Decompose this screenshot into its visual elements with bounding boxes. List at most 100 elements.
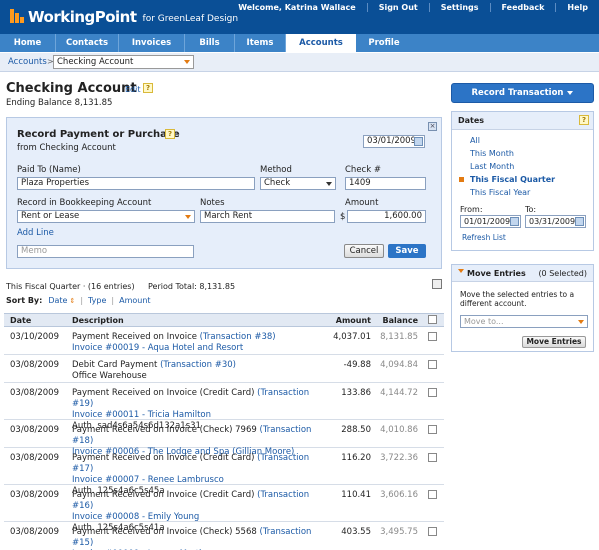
tab-items[interactable]: Items [235, 34, 286, 52]
row-date: 03/08/2009 [10, 425, 59, 435]
table-row[interactable]: 03/10/2009 Payment Received on Invoice (T… [4, 327, 444, 355]
row-date: 03/08/2009 [10, 453, 59, 463]
table-row[interactable]: 03/08/2009 Payment Received on Invoice (C… [4, 485, 444, 533]
move-entries-button[interactable]: Move Entries [522, 336, 586, 348]
transactions-table: Date Description Amount Balance 03/10/20… [4, 313, 444, 550]
memo-field[interactable]: Memo [17, 245, 194, 258]
to-date-field[interactable]: 03/31/2009 [525, 215, 586, 228]
tab-contacts[interactable]: Contacts [56, 34, 119, 52]
date-option-this-month[interactable]: This Month [470, 149, 514, 158]
notes-label: Notes [200, 198, 225, 208]
currency-symbol: $ [340, 212, 346, 222]
sort-amount-link[interactable]: Amount [119, 296, 150, 305]
row-select-checkbox[interactable] [428, 360, 437, 369]
help-icon[interactable]: ? [143, 83, 153, 93]
sort-arrow-icon: ⇕ [69, 296, 76, 305]
sort-by-label: Sort By: [6, 296, 43, 305]
table-row[interactable]: 03/08/2009 Payment Received on Invoice (C… [4, 522, 444, 550]
bookkeeping-account-select[interactable]: Rent or Lease [17, 210, 195, 223]
check-number-field[interactable]: 1409 [345, 177, 426, 190]
period-total: Period Total: 8,131.85 [148, 282, 236, 291]
tab-home[interactable]: Home [0, 34, 56, 52]
row-select-checkbox[interactable] [428, 527, 437, 536]
tab-bills[interactable]: Bills [185, 34, 235, 52]
help-icon[interactable]: ? [579, 115, 589, 125]
record-form-title: Record Payment or Purchase [17, 129, 180, 140]
sign-out-link[interactable]: Sign Out [366, 3, 429, 12]
row-description-line1: Payment Received on Invoice (Transaction… [72, 332, 322, 343]
row-description-text: Payment Received on Invoice (Check) 7969 [72, 425, 257, 435]
account-select[interactable]: Checking Account [53, 55, 194, 69]
sort-by-bar: Sort By: Date ⇕ | Type | Amount [6, 296, 151, 305]
row-select-checkbox[interactable] [428, 425, 437, 434]
notes-field[interactable]: March Rent [200, 210, 335, 223]
table-row[interactable]: 03/08/2009 Payment Received on Invoice (C… [4, 383, 444, 431]
table-row[interactable]: 03/08/2009 Payment Received on Invoice (C… [4, 420, 444, 457]
paid-to-field[interactable]: Plaza Properties [17, 177, 255, 190]
select-all-checkbox[interactable] [428, 315, 437, 324]
column-header-amount[interactable]: Amount [304, 316, 371, 325]
brand-logo[interactable]: WorkingPoint for GreenLeaf Design [10, 7, 238, 27]
print-icon[interactable] [432, 279, 442, 289]
move-to-select[interactable]: Move to... [460, 315, 588, 328]
record-transaction-button[interactable]: Record Transaction [451, 83, 594, 103]
settings-link[interactable]: Settings [428, 3, 490, 12]
row-description-line2[interactable]: Invoice #00019 - Aqua Hotel and Resort [72, 343, 322, 354]
move-entries-description: Move the selected entries to a different… [460, 290, 575, 308]
help-icon[interactable]: ? [165, 129, 175, 139]
column-header-date[interactable]: Date [10, 316, 31, 325]
calendar-icon[interactable] [510, 217, 519, 226]
row-description: Debit Card Payment (Transaction #30) Offi… [72, 360, 322, 382]
method-select[interactable]: Check [260, 177, 336, 190]
help-link[interactable]: Help [555, 3, 599, 12]
calendar-icon[interactable] [414, 137, 423, 146]
cancel-button[interactable]: Cancel [344, 244, 384, 258]
refresh-list-link[interactable]: Refresh List [462, 233, 506, 242]
column-header-balance[interactable]: Balance [378, 316, 419, 325]
breadcrumb-accounts-link[interactable]: Accounts [8, 57, 47, 67]
move-entries-header: Move Entries (0 Selected) [452, 265, 593, 282]
row-description-line1: Payment Received on Invoice (Credit Card… [72, 490, 322, 512]
calendar-icon[interactable] [575, 217, 584, 226]
entries-summary: This Fiscal Quarter · (16 entries) [6, 282, 135, 291]
row-amount: 116.20 [341, 453, 371, 463]
transaction-link[interactable]: (Transaction #38) [200, 332, 276, 342]
edit-account-link[interactable]: Edit [125, 85, 141, 94]
amount-field[interactable]: 1,600.00 [347, 210, 426, 223]
row-select-checkbox[interactable] [428, 490, 437, 499]
date-option-this-fiscal-quarter[interactable]: This Fiscal Quarter [470, 175, 555, 184]
row-description-line1: Debit Card Payment (Transaction #30) [72, 360, 322, 371]
move-selected-count: (0 Selected) [538, 269, 587, 278]
tab-profile[interactable]: Profile [356, 34, 412, 52]
brand-name: WorkingPoint [28, 8, 137, 26]
row-select-checkbox[interactable] [428, 332, 437, 341]
dates-panel: Dates ? All This Month Last Month This F… [451, 111, 594, 251]
chevron-down-icon[interactable] [458, 269, 464, 273]
sort-date-link[interactable]: Date [48, 296, 67, 305]
date-option-all[interactable]: All [470, 136, 480, 145]
save-button[interactable]: Save [388, 244, 426, 258]
transaction-link[interactable]: (Transaction #30) [160, 360, 236, 370]
welcome-text: Welcome, Katrina Wallace [238, 3, 356, 12]
tab-accounts[interactable]: Accounts [286, 34, 356, 52]
date-option-last-month[interactable]: Last Month [470, 162, 514, 171]
table-row[interactable]: 03/08/2009 Payment Received on Invoice (C… [4, 448, 444, 496]
sort-type-link[interactable]: Type [88, 296, 106, 305]
row-description: Payment Received on Invoice (Transaction… [72, 332, 322, 354]
row-amount: 403.55 [341, 527, 371, 537]
row-balance: 3,722.36 [380, 453, 418, 463]
table-row[interactable]: 03/08/2009 Debit Card Payment (Transactio… [4, 355, 444, 383]
row-select-checkbox[interactable] [428, 388, 437, 397]
row-description-text: Payment Received on Invoice (Credit Card… [72, 388, 255, 398]
row-date: 03/08/2009 [10, 388, 59, 398]
tab-invoices[interactable]: Invoices [119, 34, 185, 52]
feedback-link[interactable]: Feedback [489, 3, 556, 12]
date-option-this-fiscal-year[interactable]: This Fiscal Year [470, 188, 530, 197]
from-date-field[interactable]: 01/01/2009 [460, 215, 521, 228]
row-select-checkbox[interactable] [428, 453, 437, 462]
column-header-description[interactable]: Description [72, 316, 124, 325]
close-icon[interactable]: × [428, 122, 437, 131]
transaction-date-field[interactable]: 03/01/2009 [363, 135, 425, 148]
amount-label: Amount [345, 198, 379, 208]
add-line-link[interactable]: Add Line [17, 228, 54, 238]
